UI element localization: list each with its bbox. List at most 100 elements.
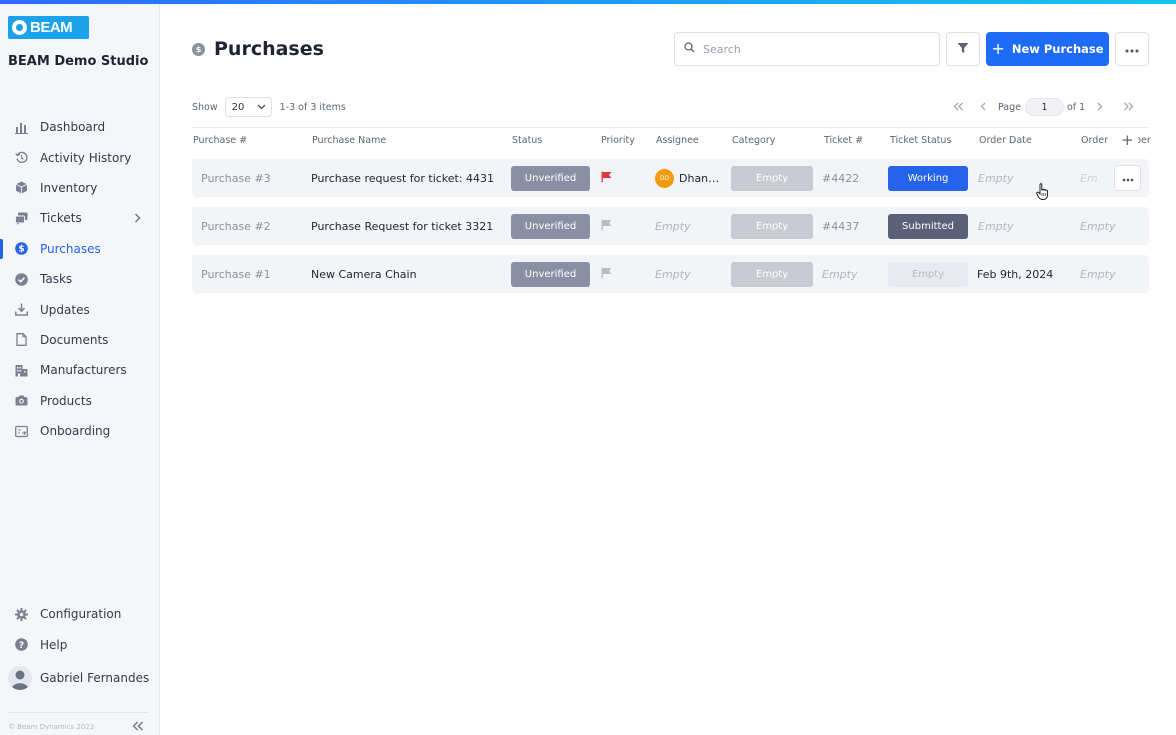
purchase-number[interactable]: Purchase #3 [201,159,271,197]
page-size-control: Show 20 1-3 of 3 items [192,97,346,117]
order-cell[interactable]: Empty [1080,207,1115,245]
page-number-input[interactable]: 1 [1025,98,1064,116]
page-size-select[interactable]: 20 [224,97,272,117]
priority-cell[interactable] [601,207,612,245]
sidebar-item-onboarding[interactable]: Onboarding [0,416,159,446]
status-badge[interactable]: Unverified [511,261,590,287]
column-header-status[interactable]: Status [512,135,542,146]
row-more-button[interactable] [1114,165,1141,191]
sidebar-item-inventory[interactable]: Inventory [0,173,159,203]
order-cell[interactable]: Empty [1080,255,1115,293]
add-column-button[interactable]: + [1117,131,1138,149]
purchase-name[interactable]: Purchase Request for ticket 3321 [311,207,493,245]
category-badge[interactable]: Empty [731,165,813,191]
items-count: 1-3 of 3 items [279,101,346,113]
ticket-number[interactable]: #4422 [822,159,859,197]
filter-icon [957,42,969,57]
more-options-button[interactable] [1115,32,1149,66]
table-row[interactable]: Purchase #3 Purchase request for ticket:… [192,159,1149,197]
filter-button[interactable] [946,32,980,66]
status-badge[interactable]: Unverified [511,213,590,239]
ticket-status-badge[interactable]: Working [888,165,968,191]
ticket-number[interactable]: #4437 [822,207,859,245]
ticket-status-badge[interactable]: Submitted [888,213,968,239]
column-header-ticket-status[interactable]: Ticket Status [890,135,951,146]
page-number: 1 [1041,101,1048,113]
sidebar-item-label: Purchases [40,241,101,256]
last-page-icon[interactable] [1123,100,1134,115]
history-icon [15,151,28,164]
sidebar-item-help[interactable]: ? Help [0,629,159,659]
order-date[interactable]: Empty [978,159,1013,197]
collapse-sidebar-button[interactable] [132,720,144,734]
priority-cell[interactable] [601,159,612,197]
table-row[interactable]: Purchase #1 New Camera Chain Unverified … [192,255,1149,293]
sidebar-item-tickets[interactable]: Tickets [0,203,159,233]
new-purchase-button[interactable]: + New Purchase [986,32,1109,66]
purchase-number[interactable]: Purchase #1 [201,255,271,293]
camera-icon [15,394,28,407]
first-page-icon[interactable] [953,100,964,115]
sidebar-item-products[interactable]: Products [0,386,159,416]
order-date[interactable]: Feb 9th, 2024 [977,255,1053,293]
page-header: $ Purchases [192,38,324,60]
search-icon [684,42,695,56]
double-chevron-left-icon [132,720,144,734]
assignee-cell[interactable]: Empty [655,255,690,293]
ellipsis-icon [1122,171,1134,185]
previous-page-icon[interactable] [980,100,986,115]
help-icon: ? [15,638,28,651]
table-header: Purchase # Purchase Name Status Priority… [192,127,1151,151]
sidebar-item-tasks[interactable]: Tasks [0,264,159,294]
new-purchase-label: New Purchase [1011,42,1104,56]
pagination: Page 1 of 1 [953,97,1134,117]
ticket-number[interactable]: Empty [822,255,857,293]
beam-logo[interactable]: BEAM [8,16,89,39]
column-header-order[interactable]: Order [1081,135,1108,146]
sidebar-item-configuration[interactable]: Configuration [0,599,159,629]
sidebar-item-purchases[interactable]: $ Purchases [0,234,159,264]
user-name: Gabriel Fernandes [40,671,150,685]
column-header-ticket-number[interactable]: Ticket # [824,135,863,146]
copyright-text: © Beam Dynamics 2023 [8,723,95,731]
column-header-assignee[interactable]: Assignee [656,135,699,146]
column-header-priority[interactable]: Priority [601,135,635,146]
sidebar-item-documents[interactable]: Documents [0,325,159,355]
svg-text:?: ? [19,641,24,651]
next-page-icon[interactable] [1097,100,1103,115]
search-input[interactable] [703,42,923,56]
order-cell[interactable]: Em [1080,159,1098,197]
column-header-category[interactable]: Category [732,135,775,146]
ticket-status-badge[interactable]: Empty [888,261,968,287]
search-box[interactable] [674,32,940,66]
studio-name: BEAM Demo Studio [8,54,149,69]
order-date[interactable]: Empty [978,207,1013,245]
sidebar-item-updates[interactable]: Updates [0,294,159,324]
assignee-cell[interactable]: DD Dhan… [655,159,719,197]
ticket-status-cell: Submitted [888,207,968,245]
status-badge[interactable]: Unverified [511,165,590,191]
purchase-name[interactable]: New Camera Chain [311,255,417,293]
page-total: of 1 [1067,101,1086,113]
category-badge[interactable]: Empty [731,213,813,239]
sidebar-item-manufacturers[interactable]: Manufacturers [0,355,159,385]
priority-cell[interactable] [601,255,612,293]
download-icon [15,303,28,316]
column-header-order-date[interactable]: Order Date [979,135,1032,146]
table-row[interactable]: Purchase #2 Purchase Request for ticket … [192,207,1149,245]
category-badge[interactable]: Empty [731,261,813,287]
purchase-name[interactable]: Purchase request for ticket: 4431 [311,159,494,197]
category-cell: Empty [731,159,813,197]
sidebar-item-label: Updates [40,302,90,317]
sidebar-item-activity-history[interactable]: Activity History [0,142,159,172]
column-header-purchase-name[interactable]: Purchase Name [312,135,386,146]
page-label: Page [998,101,1021,113]
purchase-number[interactable]: Purchase #2 [201,207,271,245]
sidebar-item-label: Activity History [40,150,132,165]
user-profile[interactable]: Gabriel Fernandes [8,666,149,690]
sidebar-item-dashboard[interactable]: Dashboard [0,112,159,142]
sidebar-item-label: Dashboard [40,120,106,135]
assignee-cell[interactable]: Empty [655,207,690,245]
status-cell: Unverified [511,159,590,197]
column-header-purchase-number[interactable]: Purchase # [193,135,247,146]
